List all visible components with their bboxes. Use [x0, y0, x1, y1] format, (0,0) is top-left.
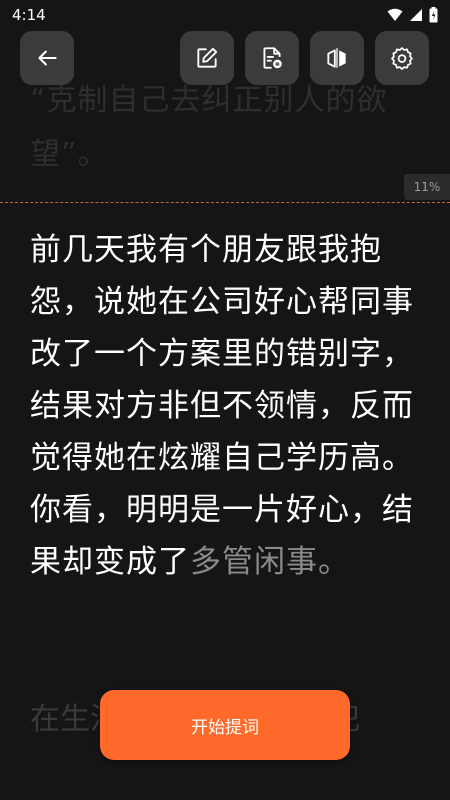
reading-guide-line: [0, 202, 450, 203]
progress-indicator: 11%: [404, 174, 450, 200]
status-icons: [387, 7, 438, 23]
start-prompter-button[interactable]: 开始提词: [100, 690, 350, 760]
wifi-icon: [387, 8, 403, 21]
status-time: 4:14: [12, 6, 46, 24]
mirror-flip-icon: [327, 48, 346, 68]
toolbar: [0, 31, 450, 85]
upcoming-text: 多管闲事。: [190, 544, 350, 580]
previous-paragraph-text: “克制自己去纠正别人的欲望”。: [30, 83, 388, 172]
back-arrow-icon: [38, 50, 57, 66]
signal-icon: [410, 9, 422, 21]
gear-icon: [391, 47, 413, 70]
document-button[interactable]: [245, 31, 299, 85]
status-bar: 4:14: [0, 0, 450, 30]
back-button[interactable]: [20, 31, 74, 85]
current-text: 前几天我有个朋友跟我抱怨，说她在公司好心帮同事改了一个方案里的错别字，结果对方非…: [30, 232, 414, 580]
settings-button[interactable]: [375, 31, 429, 85]
teleprompter-text: 前几天我有个朋友跟我抱怨，说她在公司好心帮同事改了一个方案里的错别字，结果对方非…: [30, 224, 424, 588]
battery-icon: [429, 7, 438, 23]
mirror-button[interactable]: [310, 31, 364, 85]
document-icon: [263, 47, 282, 69]
edit-button[interactable]: [180, 31, 234, 85]
edit-pencil-icon: [197, 47, 218, 68]
